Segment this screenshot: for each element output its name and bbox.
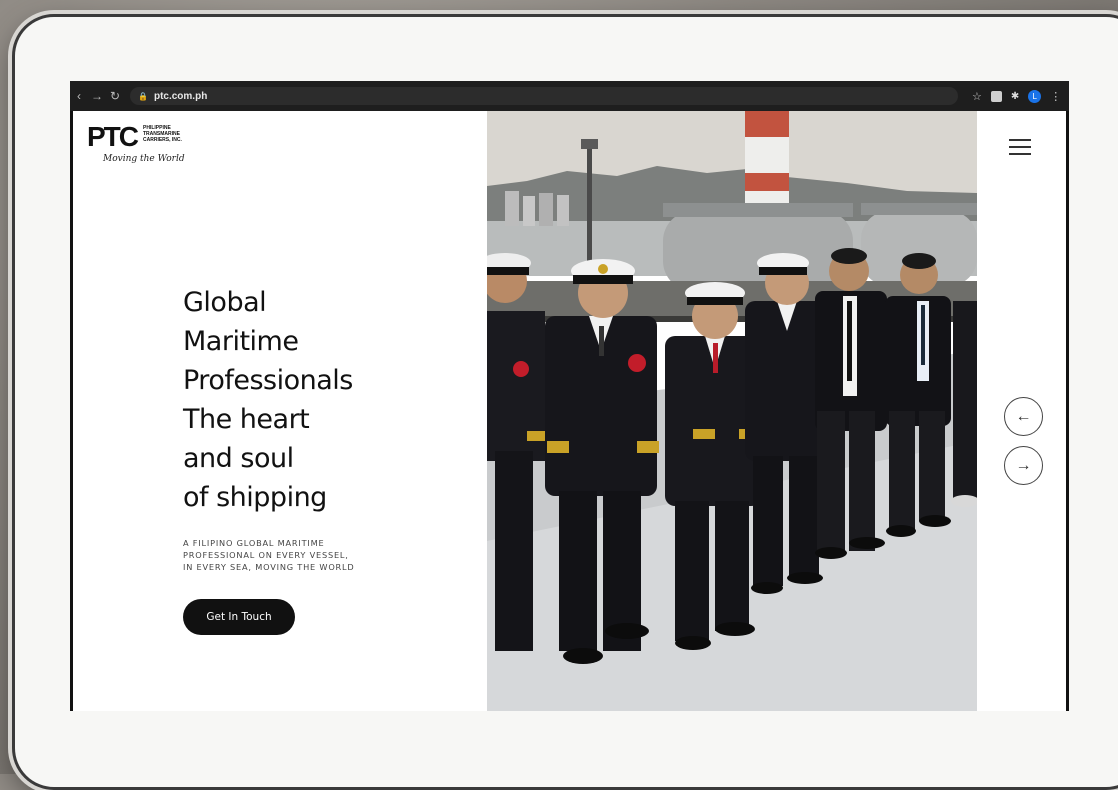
hero-subtitle-line: PROFESSIONAL ON EVERY VESSEL,	[183, 550, 349, 560]
slider-next-button[interactable]: →	[1004, 446, 1043, 485]
arrow-left-icon: ←	[1015, 407, 1032, 425]
forward-icon[interactable]: →	[88, 89, 106, 103]
hero-headline-line: Professionals	[183, 365, 353, 396]
hero-subtitle-line: A FILIPINO GLOBAL MARITIME	[183, 538, 325, 548]
address-bar[interactable]: 🔒 ptc.com.ph	[130, 87, 958, 105]
hamburger-menu-button[interactable]	[1009, 139, 1031, 155]
hamburger-icon	[1009, 146, 1031, 148]
bookmark-star-icon[interactable]: ☆	[972, 90, 982, 103]
profile-initial: L	[1032, 91, 1037, 101]
logo-mark: PTC	[87, 121, 139, 152]
get-in-touch-button[interactable]: Get In Touch	[183, 599, 295, 635]
hero-headline-line: Maritime	[183, 326, 299, 357]
hero-photo	[487, 111, 977, 711]
reload-icon[interactable]: ↻	[106, 89, 124, 103]
browser-toolbar: ‹ → ↻ 🔒 ptc.com.ph ☆ ✱ L ⋮	[70, 81, 1069, 111]
back-icon[interactable]: ‹	[70, 89, 88, 103]
hero-headline-line: The heart	[183, 404, 310, 435]
hamburger-icon	[1009, 153, 1031, 155]
hero-headline-line: and soul	[183, 443, 294, 474]
hero-headline-line: Global	[183, 287, 267, 318]
browser-menu-icon[interactable]: ⋮	[1050, 90, 1061, 103]
logo-company-line: CARRIERS, INC.	[143, 137, 182, 143]
web-page: PTC PHILIPPINE TRANSMARINE CARRIERS, INC…	[73, 111, 1066, 711]
extension-download-icon[interactable]	[990, 90, 1002, 102]
hero-headline: Global Maritime Professionals The heart …	[183, 283, 423, 517]
lock-icon: 🔒	[138, 91, 148, 101]
hamburger-icon	[1009, 139, 1031, 141]
ptc-logo[interactable]: PTC PHILIPPINE TRANSMARINE CARRIERS, INC…	[87, 121, 207, 171]
extensions-puzzle-icon[interactable]: ✱	[1011, 91, 1019, 102]
hero-subtitle-line: IN EVERY SEA, MOVING THE WORLD	[183, 562, 355, 572]
profile-avatar[interactable]: L	[1028, 89, 1042, 103]
slider-prev-button[interactable]: ←	[1004, 397, 1043, 436]
browser-window: ‹ → ↻ 🔒 ptc.com.ph ☆ ✱ L ⋮ PTC PHILIPPIN…	[70, 81, 1069, 711]
logo-company-name: PHILIPPINE TRANSMARINE CARRIERS, INC.	[143, 125, 203, 143]
hero-headline-line: of shipping	[183, 482, 327, 513]
url-text: ptc.com.ph	[153, 90, 208, 102]
logo-tagline: Moving the World	[103, 154, 185, 164]
arrow-right-icon: →	[1015, 456, 1032, 474]
hero-subtitle: A FILIPINO GLOBAL MARITIME PROFESSIONAL …	[183, 537, 403, 573]
